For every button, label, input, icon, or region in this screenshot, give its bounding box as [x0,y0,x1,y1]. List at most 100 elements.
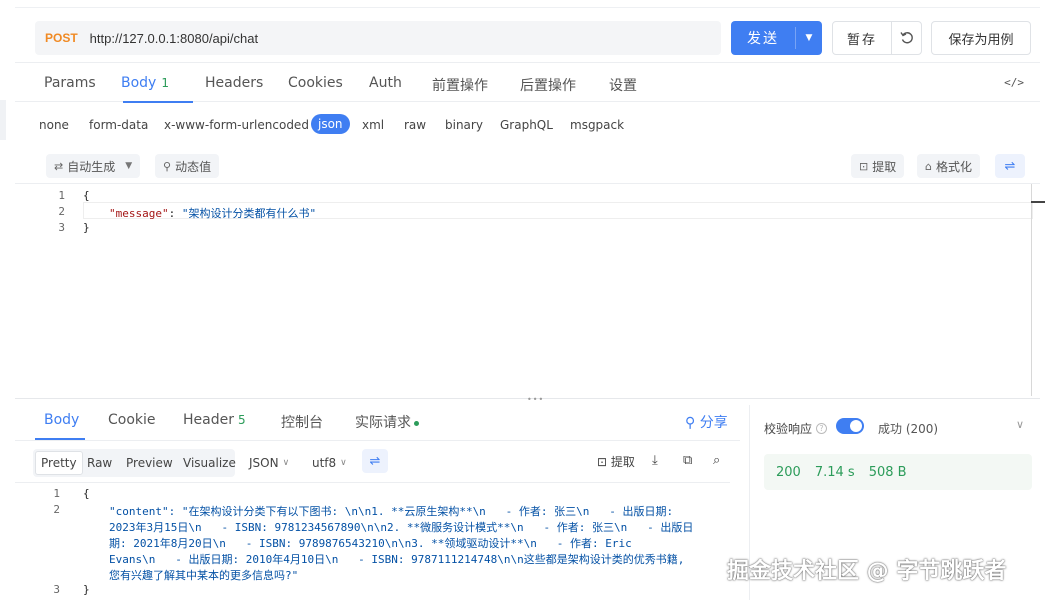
res-tab-actual-request[interactable]: 实际请求 [355,412,419,432]
res-tab-cookie[interactable]: Cookie [108,412,156,428]
tab-post-ops[interactable]: 后置操作 [520,75,576,95]
chevron-down-icon[interactable]: ∨ [1016,418,1024,431]
body-type-raw[interactable]: raw [404,118,426,132]
res-tab-header-label: Header [183,412,234,428]
download-icon[interactable]: ⤓ [652,453,658,468]
format-label: 格式化 [935,159,972,174]
format-icon: ⌂ [925,159,932,173]
swap-icon: ⇄ [54,159,64,173]
body-type-graphql[interactable]: GraphQL [500,118,553,132]
line-number: 2 [58,205,65,218]
code-message-line: "message": "架构设计分类都有什么书" [109,205,316,221]
validate-toggle[interactable] [836,418,864,434]
format-raw[interactable]: Raw [82,451,117,475]
auto-generate-label: 自动生成 [67,159,116,174]
auto-generate-button[interactable]: ⇄ 自动生成 ▼ [46,154,141,178]
status-dot [414,420,419,426]
editor-toolbar: ⇄ 自动生成 ▼ ⚲ 动态值 ⊡ 提取 ⌂ 格式化 ⇌ [15,150,1040,182]
res-tab-actual-request-label: 实际请求 [355,415,411,431]
code-view-icon[interactable]: </> [1004,76,1024,89]
copy-icon[interactable]: ⧉ [683,453,692,468]
response-line: 您有兴趣了解其中某本的更多信息吗?" [109,569,299,582]
body-type-msgpack[interactable]: msgpack [570,118,624,132]
body-type-urlencoded[interactable]: x-www-form-urlencoded [164,118,309,132]
format-visualize[interactable]: Visualize [178,451,241,475]
url-input[interactable]: http://127.0.0.1:8080/api/chat [90,31,258,46]
res-tab-console[interactable]: 控制台 [281,412,323,432]
format-pretty[interactable]: Pretty [35,451,83,475]
res-tab-body[interactable]: Body [44,412,79,428]
response-line: 2023年3月15日\n - ISBN: 9781234567890\n\n2.… [109,521,694,534]
response-metrics: 200 7.14 s 508 B [764,454,1032,490]
tab-auth[interactable]: Auth [369,75,402,91]
scroll-marker [1031,201,1045,203]
tab-settings[interactable]: 设置 [609,75,637,95]
json-key: "message" [109,207,169,220]
line-number: 3 [58,221,65,234]
lang-select[interactable]: JSON ∨ [244,451,294,475]
tab-cookies[interactable]: Cookies [288,75,343,91]
save-button[interactable]: 暂存 [832,21,892,55]
response-body-viewer[interactable]: 1 2 3 { "content": "在架构设计分类下有以下图书: \n\n1… [15,482,730,600]
wrap-lines-icon[interactable]: ⇌ [995,154,1025,178]
request-body-editor[interactable]: 1 2 3 { "message": "架构设计分类都有什么书" } [15,183,1045,396]
dynamic-value-label: 动态值 [175,159,212,174]
response-size: 508 B [868,464,907,480]
body-type-form-data[interactable]: form-data [89,118,148,132]
resize-handle-icon[interactable]: ••• [527,395,544,404]
validation-result: 成功 (200) [878,422,939,436]
url-bar[interactable]: POST http://127.0.0.1:8080/api/chat [35,21,721,55]
response-line: "content": "在架构设计分类下有以下图书: \n\n1. **云原生架… [109,505,674,518]
help-icon[interactable]: ? [816,423,828,434]
share-label: 分享 [699,415,728,431]
method-label[interactable]: POST [45,31,78,45]
encoding-value: utf8 [312,456,337,470]
top-edge [15,0,1040,8]
save-as-example-button[interactable]: 保存为用例 [931,21,1031,55]
dynamic-value-button[interactable]: ⚲ 动态值 [155,154,220,178]
res-tab-header[interactable]: Header 5 [183,412,246,428]
validate-label: 校验响应? [764,420,828,437]
extract-button[interactable]: ⊡ 提取 [851,154,905,178]
tab-body[interactable]: Body 1 [121,75,169,91]
tab-headers[interactable]: Headers [205,75,263,91]
left-strip [0,100,6,140]
body-type-none[interactable]: none [39,118,69,132]
code-close-brace: } [83,583,90,596]
line-number: 1 [58,189,65,202]
send-button[interactable]: 发送 ▼ [731,21,822,55]
undo-button[interactable] [891,21,922,55]
code-open-brace: { [83,189,90,202]
tab-params[interactable]: Params [44,75,96,91]
format-preview[interactable]: Preview [121,451,178,475]
chevron-down-icon: ∨ [282,458,290,468]
tab-underline [123,101,193,103]
body-type-json[interactable]: json [311,114,350,134]
body-type-xml[interactable]: xml [362,118,384,132]
json-value: "架构设计分类都有什么书" [181,207,317,220]
status-code: 200 [776,464,801,480]
res-tab-separator [15,440,740,441]
response-extract-label: 提取 [610,455,635,469]
extract-label: 提取 [872,159,897,174]
editor-scrollbar[interactable] [1031,184,1032,396]
share-icon: ⚲ [685,415,700,431]
encoding-select[interactable]: utf8 ∨ [307,451,352,475]
send-label[interactable]: 发送 [731,21,795,55]
wrap-lines-icon[interactable]: ⇌ [362,449,388,473]
validate-text: 校验响应 [764,422,813,436]
tab-pre-ops[interactable]: 前置操作 [432,75,488,95]
response-time: 7.14 s [814,464,855,480]
chevron-down-icon: ▼ [125,161,133,171]
body-type-binary[interactable]: binary [445,118,483,132]
chevron-down-icon[interactable]: ▼ [796,21,822,55]
response-line: Evans\n - 出版日期: 2010年4月10日\n - ISBN: 978… [109,553,685,566]
extract-icon: ⊡ [597,454,611,469]
search-icon[interactable]: ⌕ [713,453,720,468]
format-button[interactable]: ⌂ 格式化 [917,154,980,178]
response-extract-button[interactable]: ⊡ 提取 [597,453,635,470]
json-colon: : [168,207,182,220]
line-number: 2 [53,503,60,516]
share-button[interactable]: ⚲ 分享 [685,412,728,432]
line-number: 3 [53,583,60,596]
